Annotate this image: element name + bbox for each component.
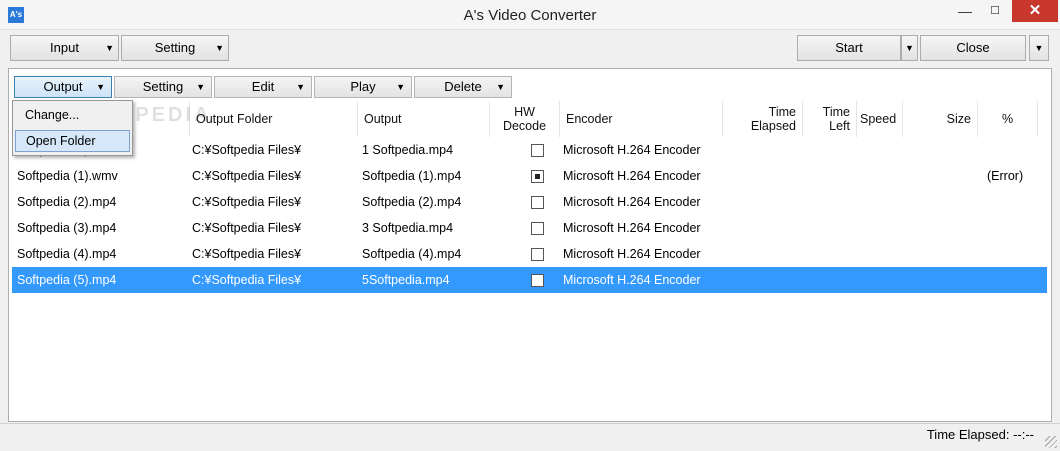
hw-decode-checkbox[interactable] [531, 222, 544, 235]
hw-decode-checkbox[interactable] [531, 274, 544, 287]
menu-item-open-folder[interactable]: Open Folder [15, 130, 130, 152]
column-header-speed[interactable]: Speed [857, 101, 903, 137]
input-file-cell: Softpedia (3).mp4 [17, 221, 117, 235]
output-file-cell: 3 Softpedia.mp4 [362, 221, 454, 235]
column-header-hw-decode[interactable]: HW Decode [490, 101, 560, 137]
column-header-size[interactable]: Size [903, 101, 978, 137]
table-row[interactable]: Softpedia.mp4 C:¥Softpedia Files¥ 1 Soft… [12, 137, 1047, 163]
chevron-down-icon: ▼ [396, 82, 405, 92]
column-header-label: Elapsed [750, 119, 796, 133]
encoder-cell: Microsoft H.264 Encoder [563, 143, 701, 157]
hw-decode-checkbox[interactable] [531, 170, 544, 183]
column-header-percent[interactable]: % [978, 101, 1038, 137]
column-header-output[interactable]: Output [358, 101, 490, 137]
table-row-selected[interactable]: Softpedia (5).mp4 C:¥Softpedia Files¥ 5S… [12, 267, 1047, 293]
setting-menu-button[interactable]: Setting ▼ [114, 76, 212, 98]
column-header-label: Output [364, 112, 402, 126]
column-header-label: Decode [502, 119, 547, 133]
chevron-down-icon: ▼ [1034, 43, 1044, 53]
chevron-down-icon: ▼ [905, 43, 914, 53]
output-dropdown-menu: Change... Open Folder [12, 100, 133, 156]
chevron-down-icon: ▼ [196, 82, 205, 92]
output-file-cell: Softpedia (4).mp4 [362, 247, 462, 261]
table-row[interactable]: Softpedia (4).mp4 C:¥Softpedia Files¥ So… [12, 241, 1047, 267]
play-menu-button[interactable]: Play ▼ [314, 76, 412, 98]
output-folder-cell: C:¥Softpedia Files¥ [192, 169, 302, 183]
input-file-cell: Softpedia (5).mp4 [17, 273, 117, 287]
chevron-down-icon: ▼ [96, 82, 105, 92]
hw-decode-checkbox[interactable] [531, 196, 544, 209]
delete-menu-label: Delete [444, 79, 482, 94]
column-header-label: % [1001, 112, 1014, 126]
start-button[interactable]: Start [797, 35, 901, 61]
edit-menu-label: Edit [251, 79, 275, 94]
output-folder-cell: C:¥Softpedia Files¥ [192, 221, 302, 235]
edit-menu-button[interactable]: Edit ▼ [214, 76, 312, 98]
input-file-cell: Softpedia (4).mp4 [17, 247, 117, 261]
column-header-time-elapsed[interactable]: Time Elapsed [723, 101, 803, 137]
start-options-button[interactable]: ▼ [901, 35, 918, 61]
column-header-label: Speed [860, 112, 897, 126]
minimize-button[interactable]: — [950, 0, 980, 22]
output-file-cell: 1 Softpedia.mp4 [362, 143, 454, 157]
hw-decode-checkbox[interactable] [531, 248, 544, 261]
column-header-label: HW [514, 105, 535, 119]
input-button-label: Input [50, 40, 79, 55]
input-file-cell: Softpedia (2).mp4 [17, 195, 117, 209]
column-header-label: Time [822, 105, 850, 119]
window-title: A's Video Converter [463, 7, 597, 24]
status-bar: Time Elapsed: --:-- [0, 423, 1060, 451]
encoder-cell: Microsoft H.264 Encoder [563, 247, 701, 261]
column-header-output-folder[interactable]: Output Folder [190, 101, 358, 137]
close-button[interactable]: Close [920, 35, 1026, 61]
column-header-label: Size [946, 112, 971, 126]
encoder-cell: Microsoft H.264 Encoder [563, 273, 701, 287]
menu-item-change[interactable]: Change... [15, 104, 130, 126]
output-menu-label: Output [43, 79, 83, 94]
column-header-encoder[interactable]: Encoder [560, 101, 723, 137]
encoder-cell: Microsoft H.264 Encoder [563, 221, 701, 235]
table-row[interactable]: Softpedia (2).mp4 C:¥Softpedia Files¥ So… [12, 189, 1047, 215]
output-file-cell: 5Softpedia.mp4 [362, 273, 450, 287]
column-header-label: Left [829, 119, 850, 133]
close-button-label: Close [956, 40, 990, 55]
output-folder-cell: C:¥Softpedia Files¥ [192, 143, 302, 157]
table-row[interactable]: Softpedia (3).mp4 C:¥Softpedia Files¥ 3 … [12, 215, 1047, 241]
table-row[interactable]: Softpedia (1).wmv C:¥Softpedia Files¥ So… [12, 163, 1047, 189]
hw-decode-checkbox[interactable] [531, 144, 544, 157]
start-button-label: Start [835, 40, 863, 55]
encoder-cell: Microsoft H.264 Encoder [563, 169, 701, 183]
encoder-cell: Microsoft H.264 Encoder [563, 195, 701, 209]
chevron-down-icon: ▼ [496, 82, 505, 92]
chevron-down-icon: ▼ [296, 82, 305, 92]
resize-grip-icon[interactable] [1045, 436, 1057, 448]
setting-button-label: Setting [154, 40, 196, 55]
close-options-button[interactable]: ▼ [1029, 35, 1049, 61]
column-header-time-left[interactable]: Time Left [803, 101, 857, 137]
output-file-cell: Softpedia (2).mp4 [362, 195, 462, 209]
window-close-button[interactable]: ✕ [1012, 0, 1058, 22]
percent-cell: (Error) [987, 169, 1024, 183]
column-header-label: Encoder [566, 112, 613, 126]
input-file-cell: Softpedia (1).wmv [17, 169, 118, 183]
chevron-down-icon: ▼ [215, 43, 224, 53]
output-menu-button[interactable]: Output ▼ [14, 76, 112, 98]
status-time-elapsed: Time Elapsed: --:-- [926, 427, 1034, 442]
output-file-cell: Softpedia (1).mp4 [362, 169, 462, 183]
input-button[interactable]: Input ▼ [10, 35, 119, 61]
column-header-label: Time [768, 105, 796, 119]
chevron-down-icon: ▼ [105, 43, 114, 53]
delete-menu-button[interactable]: Delete ▼ [414, 76, 512, 98]
output-folder-cell: C:¥Softpedia Files¥ [192, 247, 302, 261]
setting-button[interactable]: Setting ▼ [121, 35, 229, 61]
maximize-button[interactable]: ☐ [981, 0, 1009, 22]
setting-menu-label: Setting [142, 79, 184, 94]
play-menu-label: Play [350, 79, 376, 94]
output-folder-cell: C:¥Softpedia Files¥ [192, 273, 302, 287]
title-bar: A's A's Video Converter — ☐ ✕ [0, 0, 1060, 30]
output-folder-cell: C:¥Softpedia Files¥ [192, 195, 302, 209]
